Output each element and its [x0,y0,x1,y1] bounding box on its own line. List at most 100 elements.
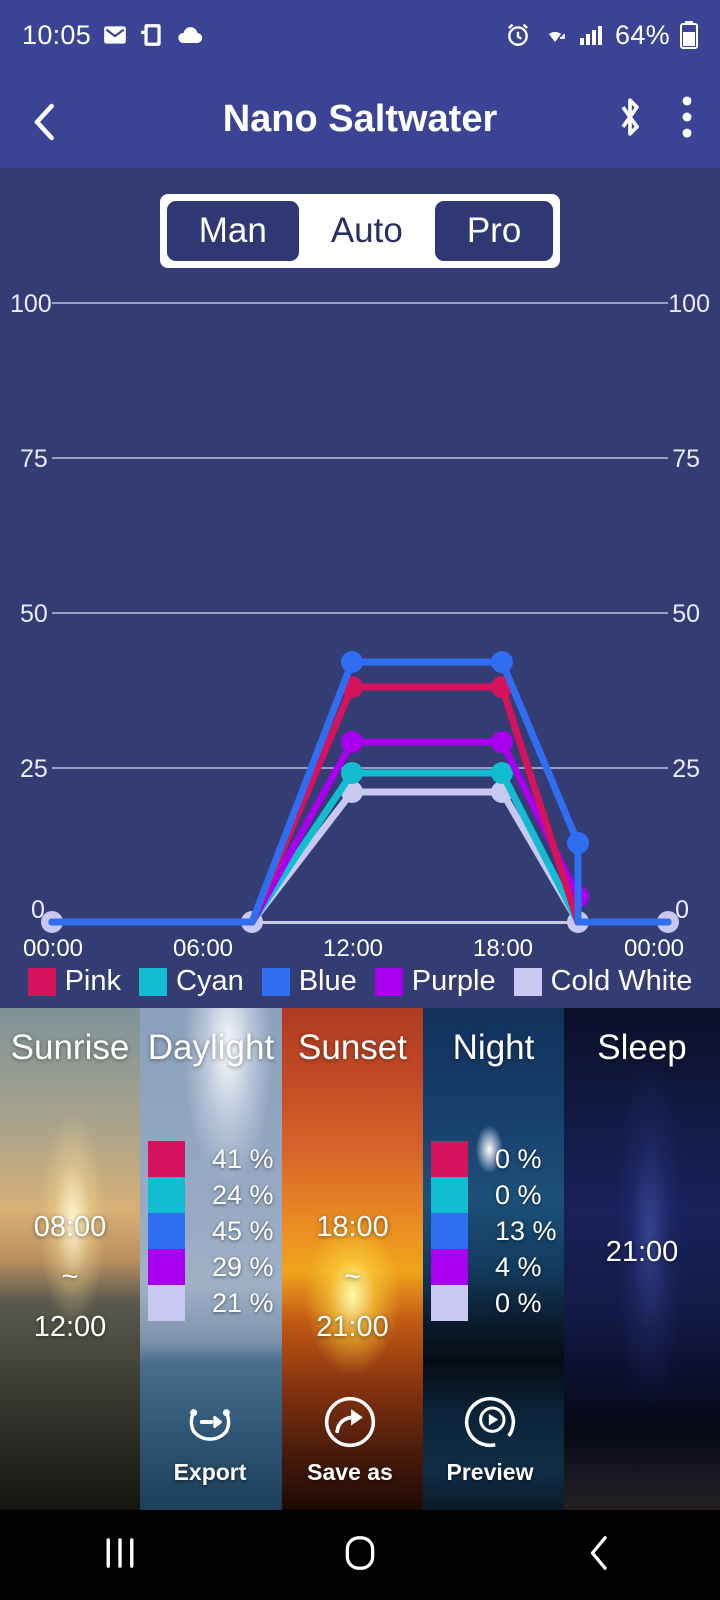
night-swatch-list: 0 % 0 % 13 % 4 % 0 % [431,1141,557,1321]
swatch-color-blue [431,1213,468,1249]
mail-icon [102,22,128,48]
swatch-row: 0 % [431,1141,557,1177]
status-bar-left: 10:05 [22,20,204,51]
card-times-sunrise: 08:00 ~ 12:00 [0,1203,140,1353]
recents-button[interactable] [0,1536,240,1575]
card-times-sunset: 18:00 ~ 21:00 [282,1203,423,1353]
save-as-label: Save as [307,1459,393,1485]
status-bar-right: 64% [505,20,698,51]
xtick-2: 12:00 [322,935,384,963]
swatch-row: 29 % [148,1249,274,1285]
recents-icon [100,1536,140,1575]
sim-card-icon [139,22,165,48]
swatch-value-blue: 45 % [212,1215,274,1246]
legend-swatch-cyan [139,967,167,996]
app-bar: Nano Saltwater [0,70,720,168]
xtick-0: 00:00 [22,935,84,963]
swatch-color-purple [431,1249,468,1285]
card-sunrise[interactable]: Sunrise 08:00 ~ 12:00 [0,1008,140,1513]
export-button[interactable]: Export [140,1388,280,1513]
sunrise-start-time: 08:00 [33,1211,107,1243]
preview-button[interactable]: Preview [420,1388,560,1513]
chart-panel: Man Auto Pro 100 75 50 25 0 100 75 50 25… [0,168,720,1008]
legend-item-cyan: Cyan [139,965,244,998]
sunrise-time-separator: ~ [61,1260,79,1293]
alarm-icon [505,22,531,48]
more-vertical-icon[interactable] [682,95,692,143]
daylight-swatch-list: 41 % 24 % 45 % 29 % 21 % [148,1141,274,1321]
home-button[interactable] [240,1534,480,1577]
share-arrow-icon [322,1394,378,1450]
swatch-color-cold-white [431,1285,468,1321]
xtick-1: 06:00 [172,935,234,963]
phase-cards: Sunrise 08:00 ~ 12:00 Daylight 41 % 24 %… [0,1008,720,1513]
mode-tabs: Man Auto Pro [0,168,720,269]
sunrise-end-time: 12:00 [33,1310,107,1343]
action-bar: Export Save as Preview [140,1388,560,1513]
schedule-chart[interactable]: 100 75 50 25 0 100 75 50 25 0 00:00 06:0… [0,290,720,962]
export-circular-arrow-icon [182,1394,238,1450]
chart-legend: Pink Cyan Blue Purple Cold White [0,965,720,998]
swatch-color-cyan [431,1177,468,1213]
tab-man[interactable]: Man [166,201,299,262]
xtick-4: 00:00 [623,935,685,963]
save-as-button[interactable]: Save as [280,1388,420,1513]
sunset-time-separator: ~ [344,1260,361,1293]
legend-label-pink: Pink [64,965,121,997]
card-title-sunset: Sunset [298,1028,407,1067]
swatch-color-blue [148,1213,185,1249]
swatch-value-cyan: 0 % [495,1179,542,1210]
card-sleep[interactable]: Sleep 21:00 [564,1008,720,1513]
nav-back-icon [583,1534,617,1577]
status-bar: 10:05 64% [0,0,720,70]
legend-label-purple: Purple [411,965,496,997]
swatch-color-cold-white [148,1285,185,1321]
legend-swatch-blue [261,967,290,996]
swatch-row: 13 % [431,1213,557,1249]
swatch-color-purple [148,1249,185,1285]
card-times-sleep: 21:00 [564,1228,720,1278]
wifi-icon [541,23,569,47]
swatch-row: 45 % [148,1213,274,1249]
swatch-color-pink [431,1141,468,1177]
app-bar-actions [612,95,692,143]
battery-icon [680,21,698,49]
card-title-night: Night [452,1028,535,1067]
tab-pro[interactable]: Pro [434,201,554,262]
swatch-row: 0 % [431,1177,557,1213]
legend-swatch-pink [27,967,56,996]
legend-swatch-cold-white [513,967,542,996]
play-circle-icon [462,1394,518,1450]
swatch-value-pink: 0 % [495,1143,542,1174]
swatch-row: 0 % [431,1285,557,1321]
legend-label-cold-white: Cold White [550,965,693,997]
export-label: Export [173,1459,247,1485]
xtick-3: 18:00 [472,935,534,963]
swatch-value-cyan: 24 % [212,1179,274,1210]
back-chevron-icon[interactable] [28,102,62,141]
swatch-value-purple: 4 % [495,1251,542,1282]
swatch-value-cold-white: 0 % [495,1287,542,1318]
swatch-value-cold-white: 21 % [212,1287,274,1318]
sleep-start-time: 21:00 [605,1236,679,1268]
swatch-row: 4 % [431,1249,557,1285]
sunset-start-time: 18:00 [316,1211,389,1243]
signal-icon [579,23,605,47]
bluetooth-icon[interactable] [612,96,648,143]
legend-item-blue: Blue [261,965,357,998]
legend-item-cold-white: Cold White [513,965,693,998]
chart-series-layer [41,651,679,934]
swatch-row: 24 % [148,1177,274,1213]
tab-auto[interactable]: Auto [298,201,435,262]
android-nav-bar [0,1510,720,1600]
swatch-row: 41 % [148,1141,274,1177]
legend-swatch-purple [374,967,403,996]
status-time: 10:05 [22,19,92,50]
legend-item-purple: Purple [374,965,496,998]
mode-tabs-group: Man Auto Pro [159,194,561,269]
battery-percent-label: 64% [615,19,670,50]
preview-label: Preview [446,1459,534,1485]
cloud-icon [176,24,204,46]
swatch-color-cyan [148,1177,185,1213]
back-button[interactable] [480,1534,720,1577]
